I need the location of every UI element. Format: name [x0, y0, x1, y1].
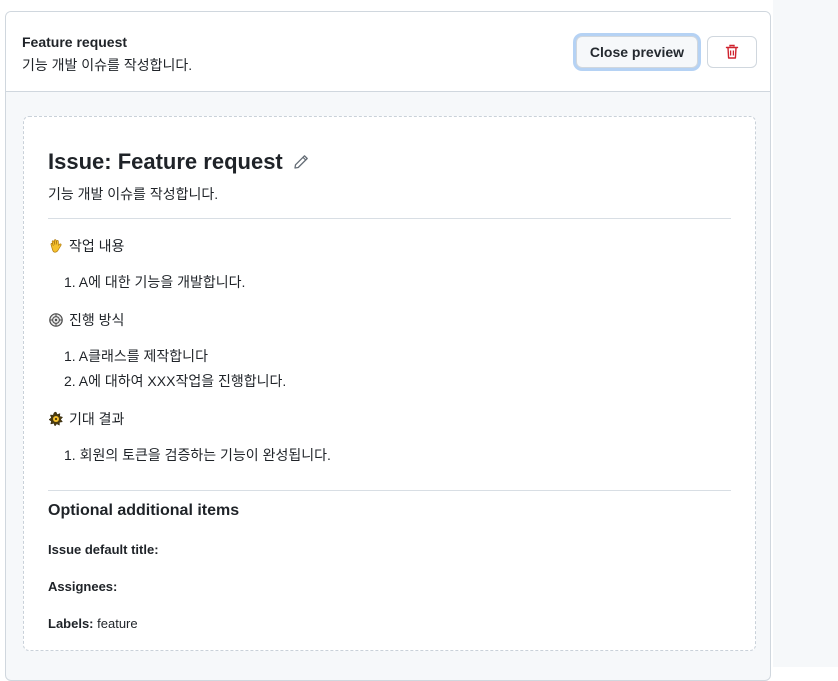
- issue-preview: Issue: Feature request 기능 개발 이슈를 작성합니다. …: [23, 116, 756, 651]
- meta-value: feature: [97, 616, 138, 631]
- section-heading-work: 작업 내용: [48, 236, 124, 256]
- list-item: 1. A에 대한 기능을 개발합니다.: [64, 274, 246, 290]
- meta-label: Issue default title:: [48, 542, 159, 557]
- template-card: Feature request 기능 개발 이슈를 작성합니다. Close p…: [5, 11, 771, 681]
- trash-icon: [724, 44, 740, 60]
- issue-title-text: Issue: Feature request: [48, 149, 283, 174]
- section-heading-text: 작업 내용: [69, 238, 125, 254]
- page-gutter: [773, 0, 838, 667]
- section-heading-result: 기대 결과: [48, 409, 124, 429]
- section-list-work: 1. A에 대한 기능을 개발합니다.: [64, 272, 245, 297]
- divider: [48, 490, 731, 491]
- section-heading-method: 진행 방식: [48, 310, 124, 330]
- divider: [48, 218, 731, 219]
- optional-items-title: Optional additional items: [48, 502, 240, 519]
- list-item: 1. 회원의 토큰을 검증하는 기능이 완성됩니다.: [64, 447, 331, 463]
- section-list-method: 1. A클래스를 제작합니다 2. A에 대하여 XXX작업을 진행합니다.: [64, 346, 286, 396]
- template-header: Feature request 기능 개발 이슈를 작성합니다. Close p…: [6, 12, 770, 92]
- meta-assignees: Assignees:: [48, 579, 117, 594]
- list-item: 1. A클래스를 제작합니다: [64, 348, 208, 364]
- section-list-result: 1. 회원의 토큰을 검증하는 기능이 완성됩니다.: [64, 445, 331, 470]
- issue-description: 기능 개발 이슈를 작성합니다.: [48, 186, 219, 202]
- gear-icon: [48, 312, 64, 328]
- delete-button[interactable]: [707, 36, 757, 68]
- issue-title: Issue: Feature request: [48, 149, 309, 175]
- meta-label: Assignees:: [48, 579, 118, 594]
- pencil-icon[interactable]: [293, 154, 309, 170]
- close-preview-button[interactable]: Close preview: [576, 36, 698, 68]
- section-heading-text: 진행 방식: [69, 312, 125, 328]
- meta-default-title: Issue default title:: [48, 542, 159, 557]
- template-description: 기능 개발 이슈를 작성합니다.: [22, 57, 193, 73]
- list-item: 2. A에 대하여 XXX작업을 진행합니다.: [64, 373, 287, 389]
- template-title: Feature request: [22, 34, 128, 50]
- waving-hand-icon: [48, 238, 64, 254]
- section-heading-text: 기대 결과: [69, 411, 125, 427]
- meta-labels: Labels: feature: [48, 616, 138, 631]
- meta-label: Labels:: [48, 616, 94, 631]
- sparkle-gear-icon: [48, 411, 64, 427]
